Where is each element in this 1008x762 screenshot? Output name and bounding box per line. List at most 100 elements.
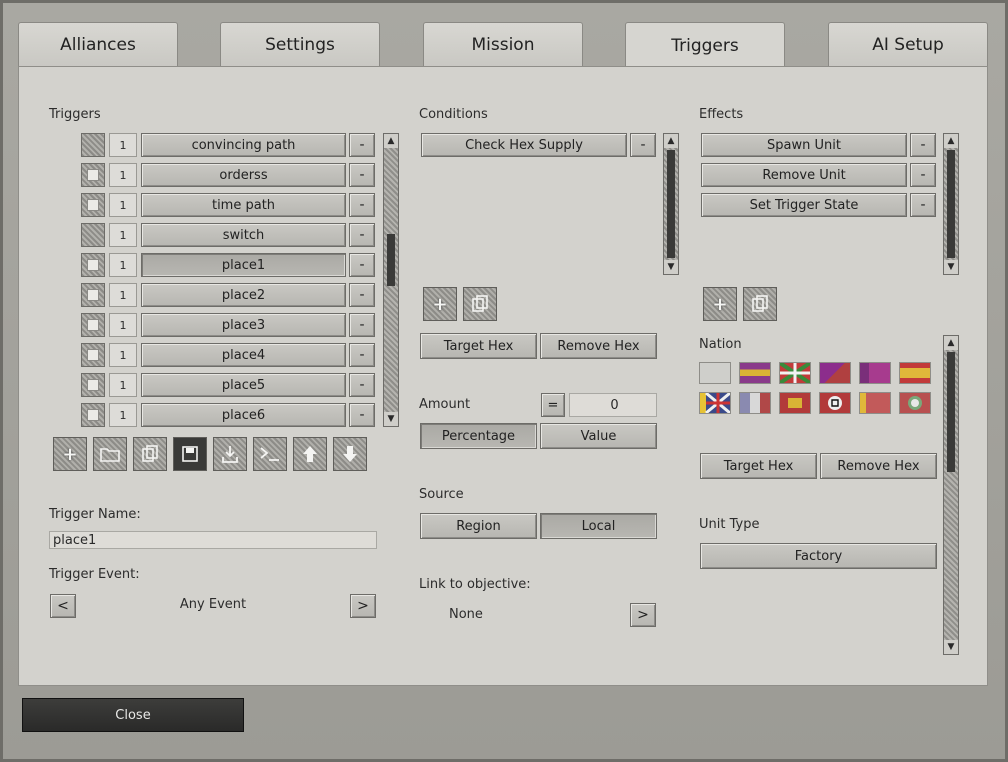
trigger-item[interactable]: time path bbox=[141, 193, 346, 217]
tab-settings[interactable]: Settings bbox=[220, 22, 380, 66]
scroll-up-icon[interactable]: ▲ bbox=[944, 336, 958, 350]
effects-detail-scrollbar[interactable]: ▲ ▼ bbox=[943, 335, 959, 655]
scroll-down-icon[interactable]: ▼ bbox=[944, 260, 958, 274]
flag-france-icon[interactable] bbox=[739, 392, 771, 414]
effect-item[interactable]: Remove Unit bbox=[701, 163, 907, 187]
trigger-checkbox[interactable] bbox=[81, 373, 105, 397]
tab-alliances[interactable]: Alliances bbox=[18, 22, 178, 66]
scroll-down-icon[interactable]: ▼ bbox=[664, 260, 678, 274]
trigger-count[interactable]: 1 bbox=[109, 163, 137, 187]
flag-purple-icon[interactable] bbox=[859, 362, 891, 384]
trigger-count[interactable]: 1 bbox=[109, 253, 137, 277]
target-hex-button[interactable]: Target Hex bbox=[420, 333, 537, 359]
remove-trigger-button[interactable]: - bbox=[349, 133, 375, 157]
scroll-up-icon[interactable]: ▲ bbox=[384, 134, 398, 148]
trigger-checkbox[interactable] bbox=[81, 193, 105, 217]
trigger-count[interactable]: 1 bbox=[109, 313, 137, 337]
copy-icon[interactable] bbox=[133, 437, 167, 471]
trigger-checkbox[interactable] bbox=[81, 163, 105, 187]
tab-ai-setup[interactable]: AI Setup bbox=[828, 22, 988, 66]
trigger-item[interactable]: place4 bbox=[141, 343, 346, 367]
trigger-checkbox[interactable] bbox=[81, 133, 105, 157]
trigger-checkbox[interactable] bbox=[81, 283, 105, 307]
remove-trigger-button[interactable]: - bbox=[349, 223, 375, 247]
remove-condition-button[interactable]: - bbox=[630, 133, 656, 157]
scroll-thumb[interactable] bbox=[387, 234, 395, 286]
event-next-button[interactable]: > bbox=[350, 594, 376, 618]
flag-neutral-icon[interactable] bbox=[699, 362, 731, 384]
folder-icon[interactable] bbox=[93, 437, 127, 471]
region-button[interactable]: Region bbox=[420, 513, 537, 539]
remove-trigger-button[interactable]: - bbox=[349, 253, 375, 277]
trigger-item[interactable]: place5 bbox=[141, 373, 346, 397]
copy-icon[interactable] bbox=[463, 287, 497, 321]
trigger-count[interactable]: 1 bbox=[109, 223, 137, 247]
remove-effect-button[interactable]: - bbox=[910, 133, 936, 157]
close-button[interactable]: Close bbox=[22, 698, 244, 732]
trigger-item[interactable]: orderss bbox=[141, 163, 346, 187]
effect-item[interactable]: Set Trigger State bbox=[701, 193, 907, 217]
scroll-thumb[interactable] bbox=[947, 352, 955, 472]
flag-republic-icon[interactable] bbox=[739, 362, 771, 384]
scroll-up-icon[interactable]: ▲ bbox=[944, 134, 958, 148]
arrow-up-icon[interactable] bbox=[293, 437, 327, 471]
trigger-item[interactable]: switch bbox=[141, 223, 346, 247]
import-icon[interactable] bbox=[213, 437, 247, 471]
trigger-checkbox[interactable] bbox=[81, 313, 105, 337]
scroll-thumb[interactable] bbox=[947, 150, 955, 258]
flag-germany-icon[interactable] bbox=[819, 392, 851, 414]
conditions-scrollbar[interactable]: ▲ ▼ bbox=[663, 133, 679, 275]
remove-trigger-button[interactable]: - bbox=[349, 193, 375, 217]
event-prev-button[interactable]: < bbox=[50, 594, 76, 618]
remove-trigger-button[interactable]: - bbox=[349, 313, 375, 337]
local-button[interactable]: Local bbox=[540, 513, 657, 539]
plus-icon[interactable]: + bbox=[423, 287, 457, 321]
scroll-down-icon[interactable]: ▼ bbox=[384, 412, 398, 426]
trigger-item[interactable]: place3 bbox=[141, 313, 346, 337]
tab-triggers[interactable]: Triggers bbox=[625, 22, 785, 68]
trigger-count[interactable]: 1 bbox=[109, 193, 137, 217]
plus-icon[interactable]: + bbox=[53, 437, 87, 471]
plus-icon[interactable]: + bbox=[703, 287, 737, 321]
tab-mission[interactable]: Mission bbox=[423, 22, 583, 66]
remove-effect-button[interactable]: - bbox=[910, 163, 936, 187]
remove-trigger-button[interactable]: - bbox=[349, 283, 375, 307]
remove-trigger-button[interactable]: - bbox=[349, 343, 375, 367]
flag-spain-icon[interactable] bbox=[899, 362, 931, 384]
console-icon[interactable] bbox=[253, 437, 287, 471]
trigger-item[interactable]: convincing path bbox=[141, 133, 346, 157]
value-button[interactable]: Value bbox=[540, 423, 657, 449]
remove-trigger-button[interactable]: - bbox=[349, 163, 375, 187]
arrow-down-icon[interactable] bbox=[333, 437, 367, 471]
triggers-scrollbar[interactable]: ▲ ▼ bbox=[383, 133, 399, 427]
amount-operator-button[interactable]: = bbox=[541, 393, 565, 417]
save-icon[interactable] bbox=[173, 437, 207, 471]
trigger-item-selected[interactable]: place1 bbox=[141, 253, 346, 277]
trigger-checkbox[interactable] bbox=[81, 343, 105, 367]
flag-nationalist-icon[interactable] bbox=[779, 392, 811, 414]
effects-scrollbar[interactable]: ▲ ▼ bbox=[943, 133, 959, 275]
flag-italy-icon[interactable] bbox=[899, 392, 931, 414]
trigger-checkbox[interactable] bbox=[81, 403, 105, 427]
link-objective-next-button[interactable]: > bbox=[630, 603, 656, 627]
trigger-count[interactable]: 1 bbox=[109, 133, 137, 157]
effect-target-hex-button[interactable]: Target Hex bbox=[700, 453, 817, 479]
trigger-count[interactable]: 1 bbox=[109, 373, 137, 397]
copy-icon[interactable] bbox=[743, 287, 777, 321]
condition-item[interactable]: Check Hex Supply bbox=[421, 133, 627, 157]
trigger-count[interactable]: 1 bbox=[109, 283, 137, 307]
remove-hex-button[interactable]: Remove Hex bbox=[540, 333, 657, 359]
flag-basque-icon[interactable] bbox=[778, 361, 812, 385]
percentage-button[interactable]: Percentage bbox=[420, 423, 537, 449]
amount-input[interactable]: 0 bbox=[569, 393, 657, 417]
trigger-count[interactable]: 1 bbox=[109, 343, 137, 367]
effect-remove-hex-button[interactable]: Remove Hex bbox=[820, 453, 937, 479]
trigger-count[interactable]: 1 bbox=[109, 403, 137, 427]
effect-item[interactable]: Spawn Unit bbox=[701, 133, 907, 157]
remove-trigger-button[interactable]: - bbox=[349, 373, 375, 397]
remove-effect-button[interactable]: - bbox=[910, 193, 936, 217]
flag-anarchist-icon[interactable] bbox=[819, 362, 851, 384]
flag-uk-icon[interactable] bbox=[699, 391, 731, 415]
scroll-up-icon[interactable]: ▲ bbox=[664, 134, 678, 148]
trigger-item[interactable]: place6 bbox=[141, 403, 346, 427]
